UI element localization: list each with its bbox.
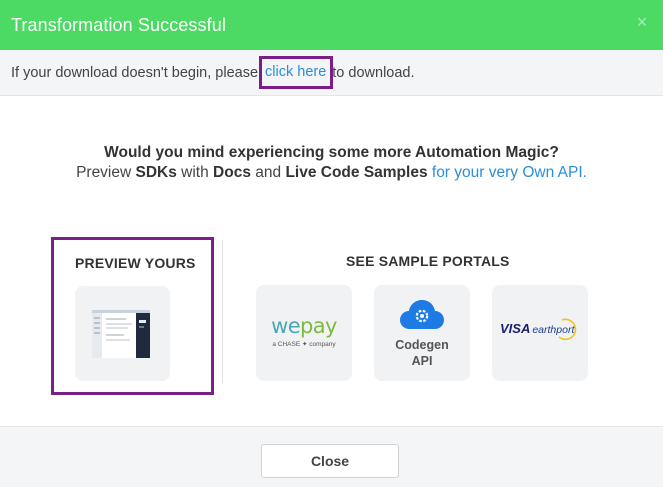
promo-word-with: with [176, 164, 214, 181]
promo-word-preview: Preview [76, 164, 136, 181]
codegen-label: Codegen API [374, 337, 470, 369]
sample-portals-heading: SEE SAMPLE PORTALS [346, 253, 510, 269]
download-notice: If your download doesn't begin, please c… [0, 50, 663, 96]
preview-yours-heading: PREVIEW YOURS [75, 255, 196, 271]
wepay-logo-we: we [271, 314, 301, 338]
promo-word-and: and [250, 164, 286, 181]
wepay-tagline: a CHASE ✦ company [272, 341, 336, 348]
preview-yours-card[interactable] [75, 286, 170, 381]
promo-text: Would you mind experiencing some more Au… [0, 143, 663, 183]
close-icon[interactable]: × [633, 13, 651, 31]
notice-prefix: If your download doesn't begin, please [11, 64, 259, 81]
click-here-highlight: click here [259, 56, 334, 89]
dialog-header: Transformation Successful × [0, 0, 663, 50]
codegen-label-line2: API [411, 354, 433, 368]
earthport-swoosh-icon [558, 318, 577, 341]
wepay-logo: wepay [256, 314, 352, 338]
notice-suffix: to download. [332, 64, 415, 81]
portal-thumbnail-icon [92, 310, 150, 358]
preview-yours-highlight: PREVIEW YOURS [51, 237, 214, 395]
transformation-dialog: Transformation Successful × If your down… [0, 0, 663, 487]
promo-own-api-link[interactable]: for your very Own API. [428, 164, 587, 181]
promo-word-live-code: Live Code Samples [285, 164, 428, 181]
visa-logo-text: VISA [500, 321, 531, 336]
dialog-title: Transformation Successful [11, 14, 226, 35]
close-button[interactable]: Close [261, 444, 399, 478]
wepay-portal-card[interactable]: wepay a CHASE ✦ company [256, 285, 352, 381]
dialog-footer: Close [0, 426, 663, 487]
visa-earthport-portal-card[interactable]: VISA earthport [492, 285, 588, 381]
wepay-logo-pay: pay [300, 314, 337, 338]
promo-line-1: Would you mind experiencing some more Au… [104, 144, 559, 161]
promo-word-docs: Docs [213, 164, 251, 181]
promo-word-sdks: SDKs [135, 164, 177, 181]
click-here-link[interactable]: click here [265, 64, 326, 80]
promo-line-2: Preview SDKs with Docs and Live Code Sam… [0, 163, 663, 183]
codegen-label-line1: Codegen [395, 338, 449, 352]
cloud-gear-icon [400, 300, 444, 329]
column-divider [222, 240, 223, 383]
codegen-portal-card[interactable]: Codegen API [374, 285, 470, 381]
